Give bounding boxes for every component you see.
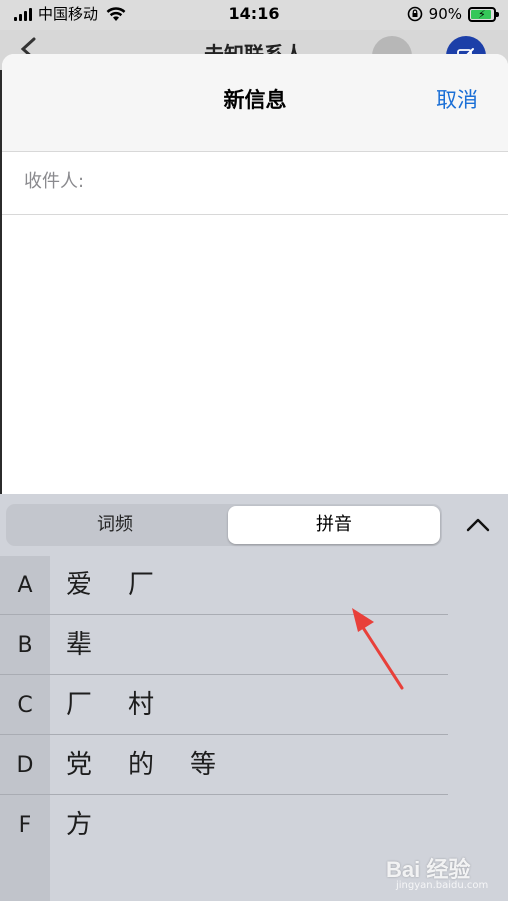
- index-letter[interactable]: A: [0, 556, 50, 615]
- battery-icon: ⚡: [468, 6, 499, 22]
- cancel-button[interactable]: 取消: [436, 86, 478, 114]
- candidate-char[interactable]: 辈: [66, 616, 92, 675]
- candidate-char[interactable]: 厂: [66, 676, 92, 735]
- list-item: A 爱 厂: [0, 556, 448, 615]
- list-item: F 方: [0, 796, 448, 855]
- index-letter[interactable]: B: [0, 616, 50, 675]
- index-letter[interactable]: F: [0, 796, 50, 855]
- rotation-lock-icon: [407, 6, 422, 22]
- candidate-char[interactable]: 等: [190, 736, 216, 795]
- sheet-nav-bar: 新信息 取消: [2, 54, 508, 152]
- tab-frequency[interactable]: 词频: [6, 504, 224, 546]
- candidate-char[interactable]: 厂: [128, 556, 154, 615]
- recipient-input[interactable]: [102, 164, 482, 202]
- recipient-label: 收件人:: [24, 171, 85, 192]
- status-right: 90% ⚡: [407, 5, 499, 23]
- candidate-char[interactable]: 方: [66, 796, 92, 855]
- recipient-row: 收件人:: [2, 152, 508, 215]
- chevron-up-icon[interactable]: [462, 512, 494, 538]
- list-item: B 辈: [0, 616, 448, 675]
- status-bar: 中国移动 14:16 90% ⚡: [0, 0, 508, 30]
- list-item: D 党 的 等: [0, 736, 448, 795]
- watermark-url: jingyan.baidu.com: [396, 880, 489, 891]
- candidate-char[interactable]: 村: [128, 676, 154, 735]
- index-letter[interactable]: C: [0, 676, 50, 735]
- battery-percent: 90%: [428, 5, 462, 23]
- sheet-title: 新信息: [223, 88, 287, 112]
- tab-pinyin[interactable]: 拼音: [228, 506, 440, 544]
- sort-segmented-control: 词频 拼音: [6, 504, 442, 546]
- candidate-char[interactable]: 党: [66, 736, 92, 795]
- charging-bolt-icon: ⚡: [478, 7, 486, 21]
- candidate-char[interactable]: 爱: [66, 556, 92, 615]
- baidu-jingyan-watermark: Bai 经验 jingyan.baidu.com: [386, 848, 498, 896]
- candidate-char[interactable]: 的: [128, 736, 154, 795]
- candidate-keyboard: 词频 拼音 A 爱 厂 B 辈 C 厂 村 D 党 的 等 F 方: [0, 494, 508, 901]
- index-letter[interactable]: D: [0, 736, 50, 795]
- list-item: C 厂 村: [0, 676, 448, 735]
